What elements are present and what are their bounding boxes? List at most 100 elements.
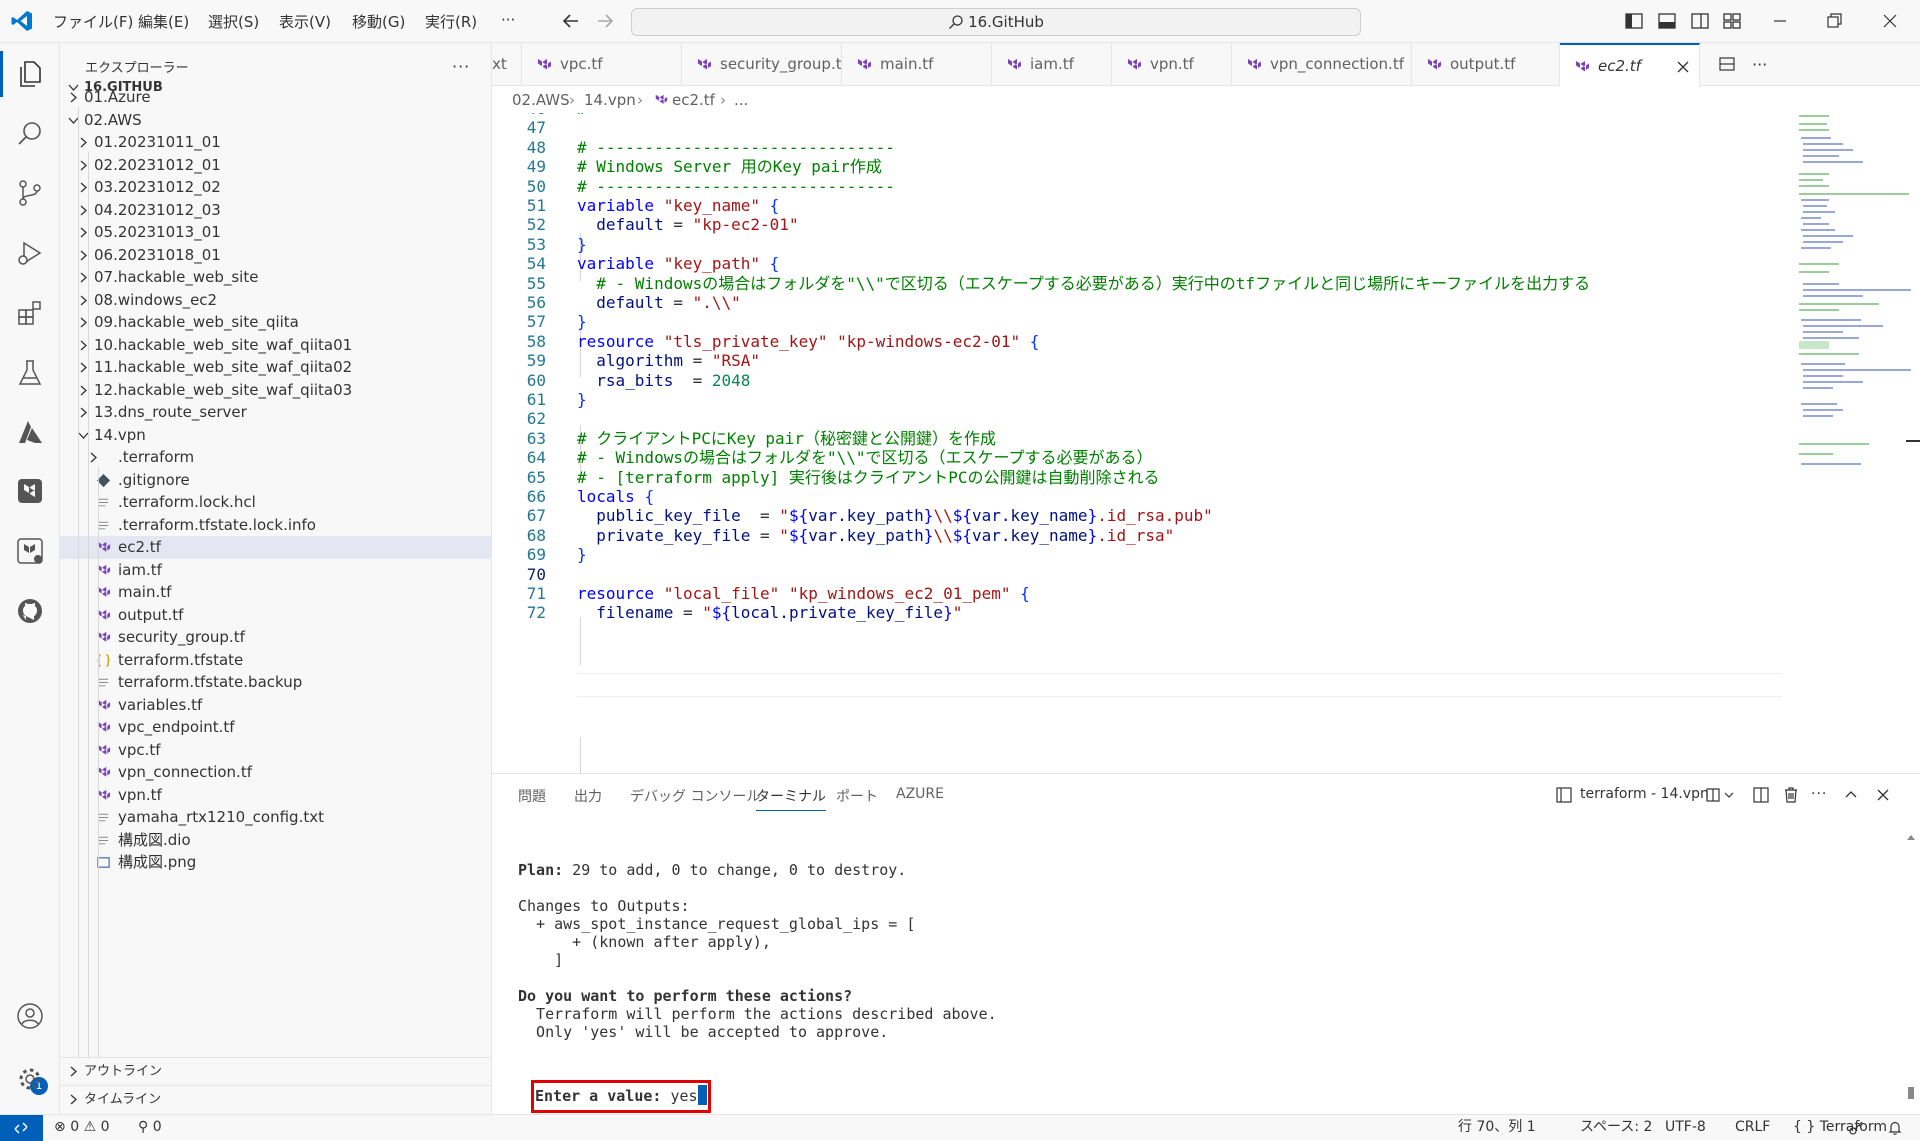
editor-tab[interactable]: security_group.tf bbox=[682, 43, 842, 86]
menu-go[interactable]: 移動(G) bbox=[352, 11, 405, 32]
testing-icon[interactable] bbox=[14, 357, 46, 389]
tree-file[interactable]: vpn.tf bbox=[60, 784, 491, 807]
tree-file[interactable]: vpc_endpoint.tf bbox=[60, 716, 491, 739]
tab-more-actions[interactable]: ··· bbox=[1752, 55, 1767, 74]
split-editor-icon[interactable] bbox=[1718, 55, 1736, 73]
close-window-icon[interactable] bbox=[1880, 11, 1900, 31]
panel-more-icon[interactable]: ··· bbox=[1811, 786, 1827, 802]
menu-edit[interactable]: 編集(E) bbox=[138, 11, 189, 32]
tree-file[interactable]: security_group.tf bbox=[60, 626, 491, 649]
tree-file[interactable]: terraform.tfstate.backup bbox=[60, 671, 491, 694]
breadcrumb-item[interactable]: 02.AWS bbox=[512, 87, 570, 113]
editor-tab[interactable]: vpn.tf bbox=[1112, 43, 1232, 86]
menu-file[interactable]: ファイル(F) bbox=[53, 11, 133, 32]
tree-folder[interactable]: 13.dns_route_server bbox=[60, 401, 491, 424]
forward-arrow-icon[interactable] bbox=[594, 10, 616, 32]
tree-folder[interactable]: 07.hackable_web_site bbox=[60, 266, 491, 289]
eol-status[interactable]: CRLF bbox=[1735, 1115, 1770, 1140]
key-icon[interactable] bbox=[1848, 1120, 1864, 1136]
tree-file[interactable]: 構成図.png bbox=[60, 851, 491, 874]
split-terminal-dropdown-icon[interactable] bbox=[1705, 786, 1723, 804]
gear-icon[interactable] bbox=[14, 1063, 46, 1095]
panel-tab-problems[interactable]: 問題 bbox=[518, 786, 546, 806]
source-control-icon[interactable] bbox=[14, 177, 46, 209]
close-panel-icon[interactable] bbox=[1874, 786, 1892, 804]
indentation-status[interactable]: スペース: 2 bbox=[1580, 1115, 1652, 1140]
outline-section[interactable]: アウトライン bbox=[60, 1057, 491, 1085]
tree-folder[interactable]: 05.20231013_01 bbox=[60, 221, 491, 244]
toggle-secondary-sidebar-icon[interactable] bbox=[1690, 11, 1710, 31]
timeline-section[interactable]: タイムライン bbox=[60, 1085, 491, 1113]
tree-folder[interactable]: 02.20231012_01 bbox=[60, 154, 491, 177]
menu-more[interactable]: ··· bbox=[501, 11, 515, 29]
panel-tab-debug-console[interactable]: デバッグ コンソール bbox=[630, 786, 760, 806]
terraform-icon[interactable] bbox=[14, 475, 46, 507]
editor-tab[interactable]: ec2.tf bbox=[1560, 43, 1700, 87]
code-editor[interactable]: 46# -------------------------------4748#… bbox=[492, 113, 1920, 773]
explorer-icon[interactable] bbox=[14, 58, 46, 90]
tree-folder[interactable]: 10.hackable_web_site_waf_qiita01 bbox=[60, 334, 491, 357]
tree-folder[interactable]: 01.20231011_01 bbox=[60, 131, 491, 154]
tree-folder[interactable]: 04.20231012_03 bbox=[60, 199, 491, 222]
problems-status[interactable]: ⊗ 0 ⚠ 0 bbox=[54, 1115, 110, 1140]
tree-file[interactable]: 構成図.dio bbox=[60, 829, 491, 852]
close-tab-icon[interactable] bbox=[1676, 60, 1690, 74]
menu-run[interactable]: 実行(R) bbox=[425, 11, 477, 32]
breadcrumb-item[interactable]: ec2.tf bbox=[672, 87, 715, 113]
toggle-primary-sidebar-icon[interactable] bbox=[1624, 11, 1644, 31]
bell-icon[interactable] bbox=[1887, 1120, 1903, 1136]
azure-icon[interactable] bbox=[14, 416, 46, 448]
remote-indicator[interactable] bbox=[0, 1115, 43, 1141]
menu-selection[interactable]: 選択(S) bbox=[208, 11, 259, 32]
tree-folder[interactable]: 09.hackable_web_site_qiita bbox=[60, 311, 491, 334]
command-center-search[interactable]: 16.GitHub bbox=[631, 8, 1361, 36]
tree-folder[interactable]: 03.20231012_02 bbox=[60, 176, 491, 199]
editor-tab[interactable]: iam.tf bbox=[992, 43, 1112, 86]
minimap[interactable] bbox=[1791, 113, 1911, 773]
customize-layout-icon[interactable] bbox=[1722, 11, 1742, 31]
editor-tab[interactable]: output.tf bbox=[1412, 43, 1560, 86]
panel-tab-terminal[interactable]: ターミナル bbox=[756, 786, 826, 811]
toggle-panel-icon[interactable] bbox=[1657, 11, 1677, 31]
back-arrow-icon[interactable] bbox=[560, 10, 582, 32]
chevron-down-icon[interactable] bbox=[1723, 786, 1735, 804]
ports-status[interactable]: ⚲ 0 bbox=[138, 1115, 162, 1140]
terraform-cloud-icon[interactable] bbox=[14, 535, 46, 567]
tree-folder[interactable]: 08.windows_ec2 bbox=[60, 289, 491, 312]
editor-tab[interactable]: main.tf bbox=[842, 43, 992, 86]
tree-file[interactable]: terraform.tfstate bbox=[60, 649, 491, 672]
tree-file[interactable]: vpn_connection.tf bbox=[60, 761, 491, 784]
editor-tab[interactable]: xt bbox=[492, 43, 522, 86]
breadcrumb-item[interactable]: ... bbox=[734, 87, 748, 113]
tree-file[interactable]: .gitignore bbox=[60, 469, 491, 492]
tree-folder[interactable]: 12.hackable_web_site_waf_qiita03 bbox=[60, 379, 491, 402]
panel-tab-output[interactable]: 出力 bbox=[574, 786, 602, 806]
minimize-icon[interactable] bbox=[1770, 11, 1790, 31]
panel-tab-azure[interactable]: AZURE bbox=[896, 786, 944, 802]
encoding-status[interactable]: UTF-8 bbox=[1665, 1115, 1706, 1140]
search-icon[interactable] bbox=[14, 118, 46, 150]
tree-folder[interactable]: .terraform bbox=[60, 446, 491, 469]
tree-file[interactable]: vpc.tf bbox=[60, 739, 491, 762]
trash-icon[interactable] bbox=[1782, 786, 1800, 804]
tree-file[interactable]: variables.tf bbox=[60, 694, 491, 717]
terminal-name[interactable]: terraform - 14.vpn bbox=[1580, 786, 1709, 802]
editor-tab[interactable]: vpn_connection.tf bbox=[1232, 43, 1412, 86]
tree-folder[interactable]: 02.AWS bbox=[60, 109, 491, 132]
restore-icon[interactable] bbox=[1824, 11, 1844, 31]
tree-file[interactable]: .terraform.tfstate.lock.info bbox=[60, 514, 491, 537]
panel-tab-ports[interactable]: ポート bbox=[836, 786, 878, 806]
editor-tab[interactable]: vpc.tf bbox=[522, 43, 682, 86]
run-debug-icon[interactable] bbox=[14, 237, 46, 269]
cursor-position[interactable]: 行 70、列 1 bbox=[1458, 1115, 1536, 1140]
tree-folder[interactable]: 01.Azure bbox=[60, 86, 491, 109]
tree-file[interactable]: output.tf bbox=[60, 604, 491, 627]
maximize-panel-icon[interactable] bbox=[1842, 786, 1860, 804]
github-icon[interactable] bbox=[14, 595, 46, 627]
tree-folder[interactable]: 11.hackable_web_site_waf_qiita02 bbox=[60, 356, 491, 379]
accounts-icon[interactable] bbox=[14, 1000, 46, 1032]
tree-file[interactable]: iam.tf bbox=[60, 559, 491, 582]
language-mode[interactable]: { } Terraform bbox=[1793, 1115, 1887, 1140]
tree-file[interactable]: main.tf bbox=[60, 581, 491, 604]
extensions-icon[interactable] bbox=[14, 297, 46, 329]
